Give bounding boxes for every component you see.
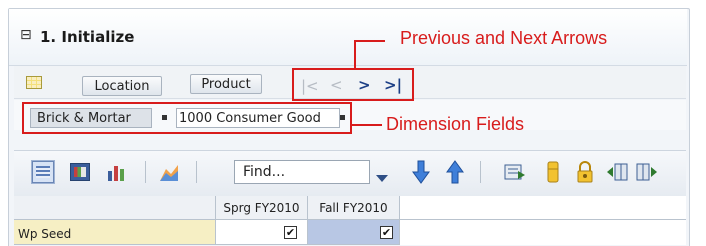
dimension-fields-callout: Dimension Fields xyxy=(386,114,525,134)
grid-cell[interactable]: ✔ xyxy=(308,220,400,245)
down-arrow-icon[interactable] xyxy=(412,160,430,188)
checkbox[interactable]: ✔ xyxy=(284,226,297,239)
nav-arrows-highlight xyxy=(292,68,414,101)
lock-icon[interactable] xyxy=(576,161,594,187)
move-columns-left-icon[interactable] xyxy=(606,162,628,186)
column-header[interactable]: Sprg FY2010 xyxy=(216,196,308,220)
grid-cell[interactable]: ✔ xyxy=(216,220,308,245)
toolbar-separator xyxy=(145,161,146,183)
bar-chart-icon[interactable] xyxy=(106,163,128,181)
row-header: Wp Seed xyxy=(14,220,216,245)
empty-header-area xyxy=(400,196,686,220)
up-arrow-icon[interactable] xyxy=(446,160,464,188)
nav-callout-line xyxy=(355,40,385,42)
section-title: 1. Initialize xyxy=(40,28,135,46)
area-chart-icon[interactable] xyxy=(158,161,180,183)
toolbar-separator xyxy=(480,161,481,183)
find-input[interactable]: Find... xyxy=(234,160,370,184)
dimension-fields-highlight xyxy=(22,102,352,134)
dim-callout-line xyxy=(352,124,382,126)
table-grid-icon[interactable] xyxy=(26,76,42,89)
product-button[interactable]: Product xyxy=(190,74,262,94)
grid-corner-cell xyxy=(14,196,216,220)
toolbar-separator xyxy=(196,161,197,183)
nav-callout-connector xyxy=(354,40,356,69)
collapse-icon[interactable]: ⊟ xyxy=(20,28,32,42)
export-icon[interactable] xyxy=(504,163,526,185)
move-columns-right-icon[interactable] xyxy=(636,162,658,186)
column-header[interactable]: Fall FY2010 xyxy=(308,196,400,220)
location-button[interactable]: Location xyxy=(82,76,162,96)
pin-icon[interactable] xyxy=(546,161,560,187)
checkbox[interactable]: ✔ xyxy=(380,226,393,239)
dropdown-arrow-icon[interactable] xyxy=(376,168,388,187)
nav-arrows-callout: Previous and Next Arrows xyxy=(400,28,608,48)
chart-table-icon[interactable] xyxy=(70,163,90,181)
table-view-icon[interactable] xyxy=(31,160,55,184)
